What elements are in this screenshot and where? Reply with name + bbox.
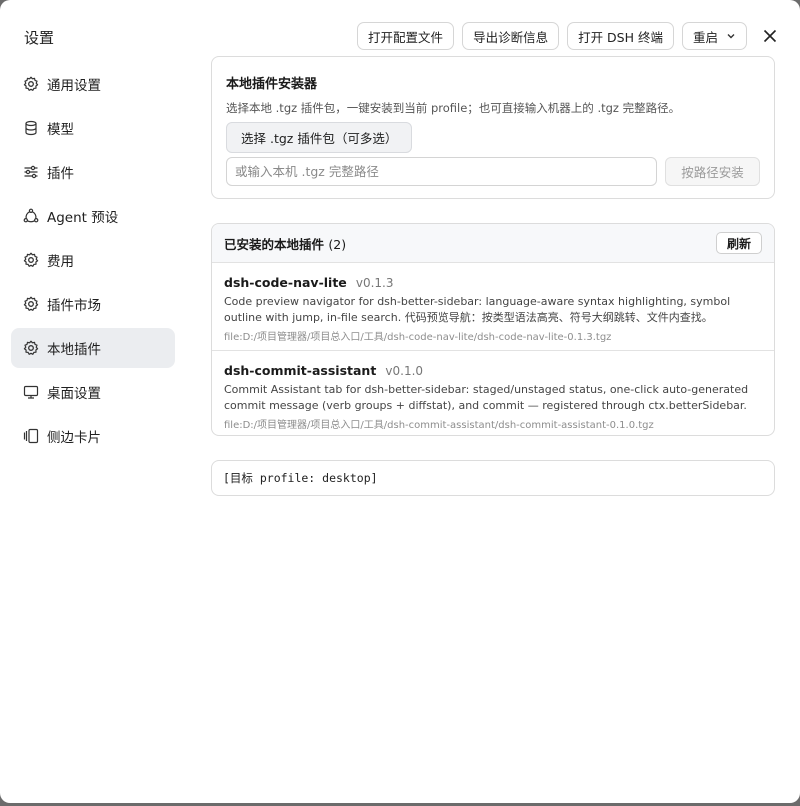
installer-title: 本地插件安装器 <box>226 77 318 92</box>
target-profile-output: [目标 profile: desktop] <box>211 460 775 496</box>
plugin-file-path: file:D:/项目管理器/项目总入口/工具/dsh-code-nav-lite… <box>224 332 612 343</box>
export-diagnostics-button[interactable]: 导出诊断信息 <box>462 22 560 50</box>
plugin-name: dsh-code-nav-lite <box>224 275 347 290</box>
sliders-icon <box>23 164 39 180</box>
gear-icon <box>23 252 39 268</box>
sidebar-item-label: 通用设置 <box>47 78 101 94</box>
pick-tgz-button[interactable]: 选择 .tgz 插件包（可多选） <box>226 122 413 153</box>
sidebar-item-side-cards[interactable]: 侧边卡片 <box>11 416 175 456</box>
agent-icon <box>23 208 39 224</box>
sidebar-item-models[interactable]: 模型 <box>11 108 175 148</box>
open-config-button[interactable]: 打开配置文件 <box>357 22 455 50</box>
list-item: dsh-commit-assistant v0.1.0 Commit Assis… <box>212 350 774 435</box>
restart-label: 重启 <box>692 29 718 45</box>
chevron-down-icon <box>726 31 736 41</box>
installed-title-text: 已安装的本地插件 <box>224 236 325 252</box>
top-toolbar: 打开配置文件 导出诊断信息 打开 DSH 终端 重启 <box>357 22 800 50</box>
sidebar-item-label: 插件 <box>47 166 74 182</box>
restart-dropdown[interactable]: 重启 <box>681 22 747 50</box>
refresh-button[interactable]: 刷新 <box>715 232 762 254</box>
sidebar-item-general[interactable]: 通用设置 <box>11 64 175 104</box>
sidebar-item-billing[interactable]: 费用 <box>11 240 175 280</box>
monitor-icon <box>23 384 39 400</box>
sidebar-item-label: 模型 <box>47 122 74 138</box>
gear-icon <box>23 296 39 312</box>
installed-plugins-title: 已安装的本地插件 (2) <box>224 234 346 253</box>
open-terminal-button[interactable]: 打开 DSH 终端 <box>567 22 674 50</box>
cards-icon <box>23 428 39 444</box>
sidebar-item-label: 插件市场 <box>47 298 101 314</box>
plugin-file-path: file:D:/项目管理器/项目总入口/工具/dsh-commit-assist… <box>224 420 654 431</box>
sidebar-item-label: 费用 <box>47 254 74 270</box>
installed-count: (2) <box>328 236 347 252</box>
sidebar-item-plugin-market[interactable]: 插件市场 <box>11 284 175 324</box>
settings-window: 设置 打开配置文件 导出诊断信息 打开 DSH 终端 重启 通用设置 模型 插件… <box>0 0 800 803</box>
sidebar-item-label: Agent 预设 <box>47 210 119 226</box>
list-item: dsh-code-nav-lite v0.1.3 Code preview na… <box>212 263 774 350</box>
plugin-version: v0.1.3 <box>355 276 394 290</box>
gear-icon <box>23 340 39 356</box>
tgz-path-input[interactable] <box>226 157 657 186</box>
gear-icon <box>23 76 39 92</box>
sidebar-item-label: 侧边卡片 <box>47 430 101 446</box>
local-plugin-installer-card: 本地插件安装器 选择本地 .tgz 插件包，一键安装到当前 profile；也可… <box>211 56 775 199</box>
installed-plugins-card: 已安装的本地插件 (2) 刷新 dsh-code-nav-lite v0.1.3… <box>211 223 775 436</box>
sidebar: 通用设置 模型 插件 Agent 预设 费用 插件市场 本地插件 桌面设置 侧边… <box>11 64 175 460</box>
database-icon <box>23 120 39 136</box>
sidebar-item-label: 本地插件 <box>47 342 101 358</box>
plugin-description: Commit Assistant tab for dsh-better-side… <box>224 383 749 412</box>
sidebar-item-agent-presets[interactable]: Agent 预设 <box>11 196 175 236</box>
sidebar-item-local-plugins[interactable]: 本地插件 <box>11 328 175 368</box>
sidebar-item-desktop[interactable]: 桌面设置 <box>11 372 175 412</box>
plugin-name: dsh-commit-assistant <box>224 363 377 378</box>
path-row: 按路径安装 <box>226 157 760 186</box>
sidebar-item-label: 桌面设置 <box>47 386 101 402</box>
page-title: 设置 <box>24 29 55 47</box>
install-by-path-button[interactable]: 按路径安装 <box>665 157 760 186</box>
sidebar-item-plugins[interactable]: 插件 <box>11 152 175 192</box>
plugin-version: v0.1.0 <box>385 364 424 378</box>
installed-plugins-header: 已安装的本地插件 (2) 刷新 <box>212 224 774 263</box>
installer-description: 选择本地 .tgz 插件包，一键安装到当前 profile；也可直接输入机器上的… <box>226 101 681 115</box>
plugin-description: Code preview navigator for dsh-better-si… <box>224 295 731 324</box>
close-icon[interactable] <box>757 23 783 49</box>
